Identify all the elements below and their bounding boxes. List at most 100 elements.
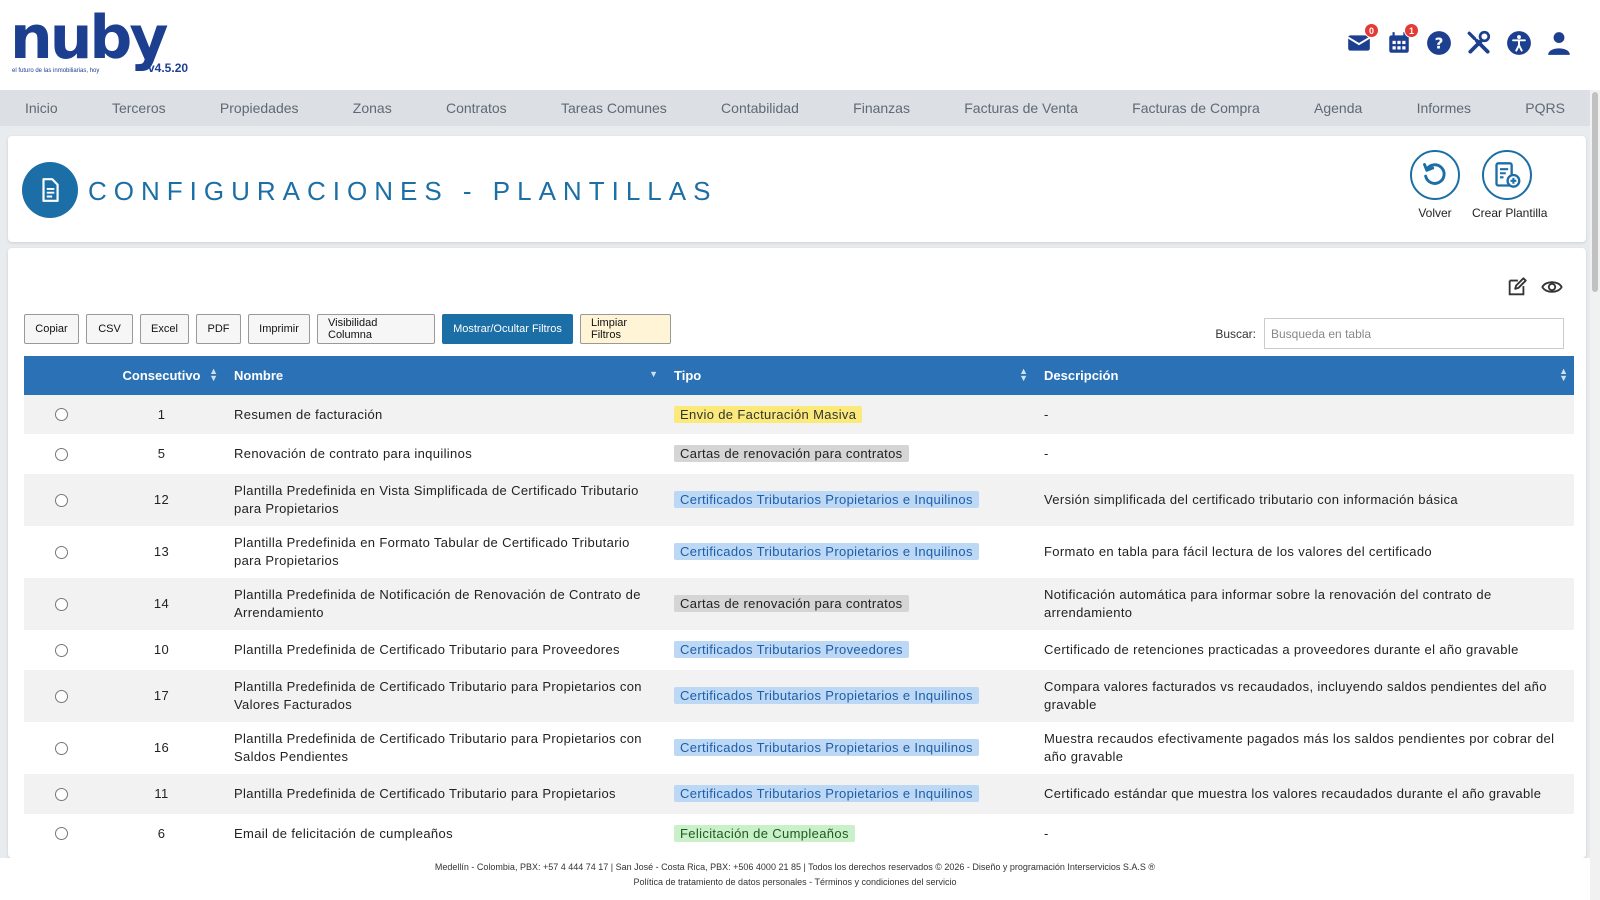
add-template-icon — [1482, 150, 1532, 200]
column-visibility-button[interactable]: Visibilidad Columna — [317, 314, 435, 344]
nav-contabilidad[interactable]: Contabilidad — [721, 100, 799, 116]
consecutivo-cell: 14 — [153, 596, 170, 611]
consecutivo-cell: 17 — [153, 688, 170, 703]
eye-icon[interactable] — [1540, 276, 1564, 298]
row-select-cell — [24, 630, 99, 670]
row-select-cell — [24, 814, 99, 853]
templates-table: Consecutivo ▲ ▼ Nombre ▼ Tipo ▲ ▼ Descripción… — [24, 356, 1574, 853]
nav-finanzas[interactable]: Finanzas — [853, 100, 910, 116]
consecutivo-cell: 10 — [153, 642, 170, 657]
mail-icon[interactable]: 0 — [1346, 23, 1379, 56]
row-select-radio[interactable] — [55, 689, 68, 703]
logo-wordmark: nuby — [10, 3, 169, 73]
row-select-cell — [24, 474, 99, 526]
nav-propiedades[interactable]: Propiedades — [220, 100, 299, 116]
template-document-icon — [22, 162, 78, 218]
column-header-nombre[interactable]: Nombre ▼ — [224, 356, 664, 395]
mail-badge: 0 — [1364, 23, 1379, 38]
nuby-logo[interactable]: nuby el futuro de las inmobiliarias, hoy… — [10, 3, 200, 80]
nombre-cell: Plantilla Predefinida de Certificado Tri… — [234, 786, 616, 801]
nav-pqrs[interactable]: PQRS — [1525, 100, 1565, 116]
row-select-radio[interactable] — [55, 545, 68, 559]
row-select-radio[interactable] — [55, 493, 68, 507]
tipo-tag: Certificados Tributarios Proveedores — [674, 641, 909, 658]
pdf-button[interactable]: PDF — [196, 314, 241, 344]
nav-agenda[interactable]: Agenda — [1314, 100, 1362, 116]
tipo-cell: Cartas de renovación para contratos — [664, 434, 1034, 474]
row-select-radio[interactable] — [55, 787, 68, 801]
nombre-cell: Plantilla Predefinida de Certificado Tri… — [234, 731, 642, 764]
nav-facturas-venta[interactable]: Facturas de Venta — [964, 100, 1078, 116]
accessibility-icon[interactable] — [1506, 30, 1532, 56]
table-row[interactable]: 12 Plantilla Predefinida en Vista Simplif… — [24, 474, 1574, 526]
table-row[interactable]: 16 Plantilla Predefinida de Certificado T… — [24, 722, 1574, 774]
table-row[interactable]: 11 Plantilla Predefinida de Certificado T… — [24, 774, 1574, 814]
row-select-cell — [24, 722, 99, 774]
calendar-icon[interactable]: 1 — [1386, 23, 1419, 56]
page-scrollbar[interactable] — [1590, 90, 1600, 900]
row-select-radio[interactable] — [55, 741, 68, 755]
page-footer: Medellín - Colombia, PBX: +57 4 444 74 1… — [0, 860, 1590, 890]
consecutivo-cell: 1 — [157, 406, 166, 422]
nav-tareas-comunes[interactable]: Tareas Comunes — [561, 100, 667, 116]
csv-button[interactable]: CSV — [86, 314, 133, 344]
table-row[interactable]: 10 Plantilla Predefinida de Certificado T… — [24, 630, 1574, 670]
nav-zonas[interactable]: Zonas — [353, 100, 392, 116]
table-row[interactable]: 6 Email de felicitación de cumpleaños Feli… — [24, 814, 1574, 853]
toggle-filters-button[interactable]: Mostrar/Ocultar Filtros — [442, 314, 573, 344]
nav-terceros[interactable]: Terceros — [112, 100, 166, 116]
row-select-cell — [24, 670, 99, 722]
nav-informes[interactable]: Informes — [1417, 100, 1471, 116]
help-icon[interactable]: ? — [1426, 30, 1452, 56]
copy-button[interactable]: Copiar — [24, 314, 79, 344]
clear-filters-button[interactable]: Limpiar Filtros — [580, 314, 671, 344]
nav-facturas-compra[interactable]: Facturas de Compra — [1132, 100, 1260, 116]
table-row[interactable]: 14 Plantilla Predefinida de Notificación … — [24, 578, 1574, 630]
nav-contratos[interactable]: Contratos — [446, 100, 507, 116]
row-select-cell — [24, 434, 99, 474]
row-select-radio[interactable] — [55, 447, 68, 461]
descripcion-cell: Versión simplificada del certificado tri… — [1044, 492, 1458, 507]
main-nav: Inicio Terceros Propiedades Zonas Contra… — [0, 90, 1590, 126]
descripcion-cell: - — [1044, 446, 1049, 461]
column-header-descripcion[interactable]: Descripción ▲ ▼ — [1034, 356, 1574, 395]
descripcion-cell: Certificado de retenciones practicadas a… — [1044, 642, 1519, 657]
table-row[interactable]: 5 Renovación de contrato para inquilinos C… — [24, 434, 1574, 474]
row-select-radio[interactable] — [55, 827, 68, 840]
search-input[interactable] — [1264, 318, 1564, 349]
nav-inicio[interactable]: Inicio — [25, 100, 58, 116]
tipo-cell: Envio de Facturación Masiva — [664, 395, 1034, 434]
nombre-cell: Plantilla Predefinida en Formato Tabular… — [234, 535, 630, 568]
excel-button[interactable]: Excel — [140, 314, 189, 344]
back-button[interactable]: Volver — [1400, 150, 1470, 220]
print-button[interactable]: Imprimir — [248, 314, 310, 344]
row-select-radio[interactable] — [55, 597, 68, 611]
create-template-button[interactable]: Crear Plantilla — [1472, 150, 1547, 220]
scrollbar-thumb[interactable] — [1592, 92, 1598, 292]
consecutivo-cell: 12 — [153, 492, 170, 507]
user-icon[interactable] — [1546, 30, 1572, 56]
row-select-radio[interactable] — [55, 408, 68, 421]
edit-icon[interactable] — [1506, 276, 1528, 298]
row-select-cell — [24, 578, 99, 630]
column-header-tipo-label: Tipo — [674, 368, 702, 383]
table-row[interactable]: 1 Resumen de facturación Envio de Facturac… — [24, 395, 1574, 434]
calendar-badge: 1 — [1404, 23, 1419, 38]
undo-icon — [1410, 150, 1460, 200]
sort-icon: ▲ ▼ — [209, 366, 218, 383]
row-select-radio[interactable] — [55, 643, 68, 657]
tipo-cell: Certificados Tributarios Propietarios e … — [664, 670, 1034, 722]
tipo-cell: Certificados Tributarios Propietarios e … — [664, 474, 1034, 526]
column-header-nombre-label: Nombre — [234, 368, 284, 383]
nombre-cell: Plantilla Predefinida en Vista Simplific… — [234, 483, 639, 516]
column-header-consecutivo[interactable]: Consecutivo ▲ ▼ — [99, 356, 224, 395]
table-row[interactable]: 17 Plantilla Predefinida de Certificado T… — [24, 670, 1574, 722]
svg-text:?: ? — [1435, 34, 1444, 52]
table-row[interactable]: 13 Plantilla Predefinida en Formato Tabul… — [24, 526, 1574, 578]
tipo-cell: Felicitación de Cumpleaños — [664, 814, 1034, 853]
nombre-cell: Email de felicitación de cumpleaños — [234, 825, 453, 841]
column-header-tipo[interactable]: Tipo ▲ ▼ — [664, 356, 1034, 395]
footer-policy-links[interactable]: Política de tratamiento de datos persona… — [0, 875, 1590, 890]
table-toolbar: Copiar CSV Excel PDF Imprimir Visibilida… — [24, 314, 671, 344]
tools-icon[interactable] — [1466, 30, 1492, 56]
